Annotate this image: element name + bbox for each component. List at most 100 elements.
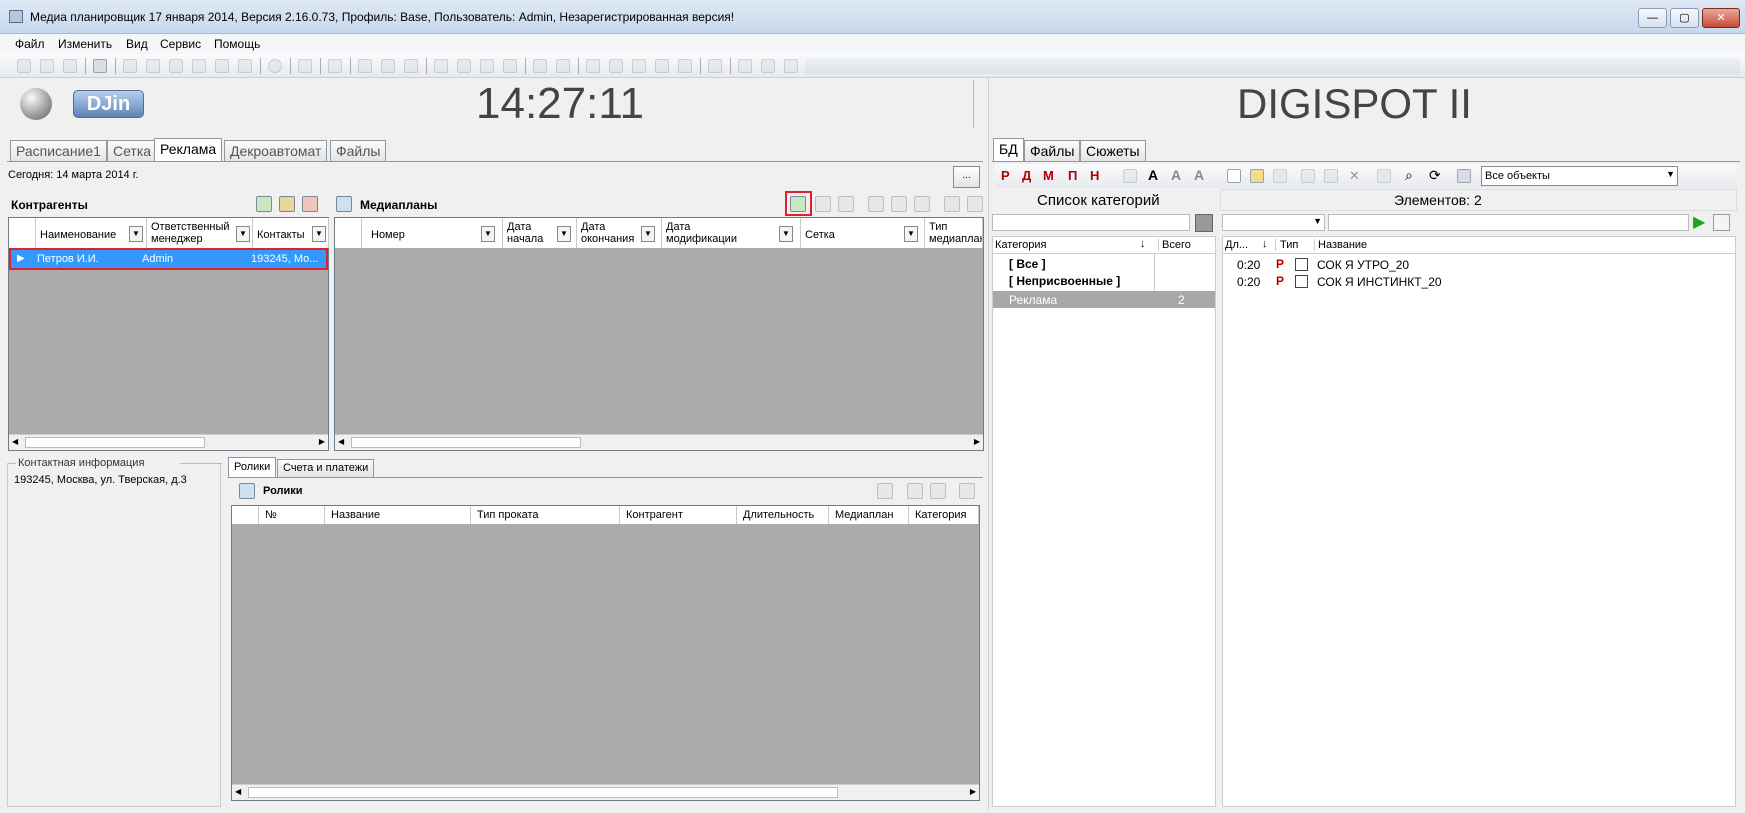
toolbar-icon-17[interactable] [632,59,646,73]
delete-contractor-icon[interactable] [302,196,318,212]
col-title[interactable]: Название [325,506,471,524]
mediaplan-export-icon[interactable] [944,196,960,212]
tab-schedule[interactable]: Расписание1 [10,140,107,162]
tab-db[interactable]: БД [993,138,1024,162]
col-total[interactable]: Всего [1158,239,1215,251]
play-icon[interactable]: ▶ [1693,212,1705,232]
volume-icon[interactable] [738,59,752,73]
stop-icon[interactable] [268,59,282,73]
font-a-icon-3[interactable]: A [1194,167,1204,183]
mediaplans-hscroll[interactable]: ◀ ▶ [335,434,983,450]
type-filter-p[interactable]: П [1068,168,1077,183]
clip-edit-icon[interactable] [907,483,923,499]
menu-edit[interactable]: Изменить [58,37,112,51]
col-start-filter[interactable]: ▼ [557,226,571,242]
refresh-icon[interactable]: ⟳ [1429,167,1441,184]
tab-advertising[interactable]: Реклама [154,138,223,162]
paste-icon[interactable] [63,59,77,73]
clip-delete-icon[interactable] [930,483,946,499]
type-filter-m[interactable]: М [1043,168,1054,183]
col-no[interactable]: № [259,506,325,524]
col-end-filter[interactable]: ▼ [641,226,655,242]
col-contractor[interactable]: Контрагент [620,506,737,524]
font-a-icon-1[interactable]: A [1148,167,1158,183]
list-item[interactable]: 0:20 Р СОК Я УТРО_20 [1223,256,1735,273]
font-a-icon-2[interactable]: A [1171,167,1181,183]
toolbar-icon-2[interactable] [146,59,160,73]
category-advertising[interactable]: Реклама 2 [993,291,1215,308]
col-mediaplan[interactable]: Медиаплан [829,506,909,524]
paste-right-icon[interactable] [1324,169,1338,183]
menu-service[interactable]: Сервис [160,37,201,51]
toolbar-icon-15[interactable] [586,59,600,73]
col-manager-filter[interactable]: ▼ [236,226,250,242]
tab-stories[interactable]: Сюжеты [1080,140,1146,162]
mediaplan-move-icon[interactable] [914,196,930,212]
tab-clips[interactable]: Ролики [228,457,277,478]
col-contacts-filter[interactable]: ▼ [312,226,326,242]
type-filter-r[interactable]: Р [1001,168,1010,183]
tab-grid[interactable]: Сетка [107,140,158,162]
clip-add-icon[interactable] [877,483,893,499]
new-doc-icon[interactable] [1227,169,1241,183]
mediaplan-copy-icon[interactable] [891,196,907,212]
tab-decroautomat[interactable]: Декроавтомат [224,140,328,162]
delete-mediaplan-icon[interactable] [838,196,854,212]
col-grid-filter[interactable]: ▼ [904,226,918,242]
category-unassigned[interactable]: [ Неприсвоенные ] [1009,274,1120,288]
cut-icon[interactable] [17,59,31,73]
add-contractor-icon[interactable] [256,196,272,212]
category-all[interactable]: [ Все ] [1009,257,1046,271]
contractors-hscroll[interactable]: ◀ ▶ [9,434,328,450]
tab-files[interactable]: Файлы [330,140,387,162]
save-icon[interactable] [1273,169,1287,183]
menu-help[interactable]: Помощь [214,37,260,51]
toolbar-icon-20[interactable] [708,59,722,73]
toolbar-icon-21[interactable] [761,59,775,73]
list-icon[interactable] [784,59,798,73]
category-search-input[interactable] [992,214,1190,231]
elements-filter-select[interactable]: ▼ [1222,214,1325,231]
toolbar-icon-10[interactable] [457,59,471,73]
edit-mediaplan-icon[interactable] [815,196,831,212]
clips-hscroll[interactable]: ◀ ▶ [232,784,979,800]
category-search-button[interactable] [1195,214,1213,232]
edit-contractor-icon[interactable] [279,196,295,212]
col-number-filter[interactable]: ▼ [481,226,495,242]
list-item[interactable]: 0:20 Р СОК Я ИНСТИНКТ_20 [1223,273,1735,290]
col-type[interactable]: Тип медиаплан [925,218,983,248]
list-right-icon[interactable] [1377,169,1391,183]
col-category[interactable]: Категория [995,239,1046,251]
menu-file[interactable]: Файл [15,37,45,51]
toolbar-icon-12[interactable] [503,59,517,73]
clip-export-icon[interactable] [959,483,975,499]
folder-icon[interactable] [1250,169,1264,183]
comment-icon[interactable] [238,59,252,73]
col-name-filter[interactable]: ▼ [129,226,143,242]
col-type[interactable]: Тип [1275,239,1298,251]
menu-view[interactable]: Вид [126,37,148,51]
tab-right-files[interactable]: Файлы [1024,140,1081,162]
toolbar-icon-19[interactable] [678,59,692,73]
toolbar-icon-5[interactable] [328,59,342,73]
view-icon[interactable] [1457,169,1471,183]
toolbar-icon-9[interactable] [434,59,448,73]
list-view-icon[interactable] [1713,214,1730,231]
col-title[interactable]: Название [1314,239,1367,251]
toolbar-icon-7[interactable] [381,59,395,73]
close-button[interactable]: ✕ [1702,8,1740,28]
copy-right-icon[interactable] [1301,169,1315,183]
col-duration[interactable]: Длительность [737,506,829,524]
type-filter-d[interactable]: Д [1022,168,1031,183]
toolbar-icon-1[interactable] [123,59,137,73]
table-row[interactable]: ▶ Петров И.И. Admin 193245, Мо... [9,248,328,270]
ellipsis-button[interactable]: ... [953,166,980,188]
toolbar-icon-6[interactable] [358,59,372,73]
toolbar-icon-3[interactable] [169,59,183,73]
search-icon[interactable]: ⌕ [1405,167,1413,184]
copy-icon[interactable] [40,59,54,73]
elements-search-input[interactable] [1328,214,1689,231]
object-filter-select[interactable]: Все объекты ▼ [1481,166,1678,186]
maximize-button[interactable]: ▢ [1670,8,1699,28]
col-modified-filter[interactable]: ▼ [779,226,793,242]
